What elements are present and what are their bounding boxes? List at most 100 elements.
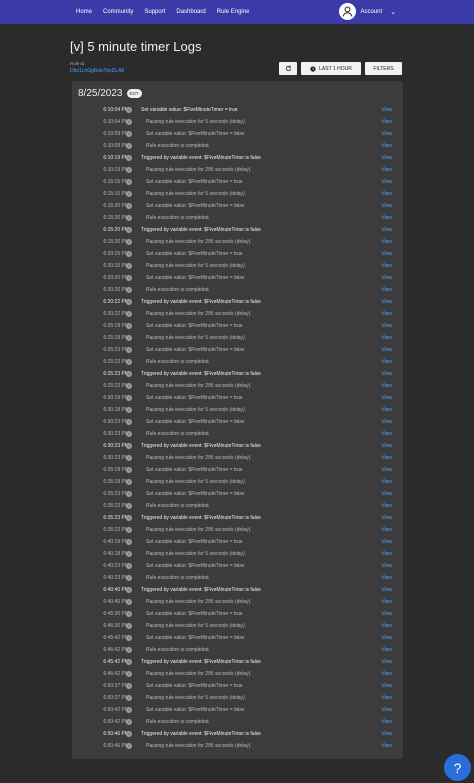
view-link[interactable]: View bbox=[381, 584, 392, 596]
refresh-button[interactable] bbox=[279, 62, 297, 75]
log-message: Pausing rule execution for 295 seconds (… bbox=[146, 311, 252, 317]
view-link[interactable]: View bbox=[381, 668, 392, 680]
view-link[interactable]: View bbox=[381, 596, 392, 608]
view-link[interactable]: View bbox=[381, 404, 392, 416]
view-link[interactable]: View bbox=[381, 488, 392, 500]
view-link[interactable]: View bbox=[381, 572, 392, 584]
info-icon: i bbox=[126, 179, 132, 185]
log-message: Set variable value: $FiveMinuteTimer = f… bbox=[146, 419, 245, 425]
info-icon: i bbox=[126, 131, 132, 137]
log-row: 6:50:37 PM i Pausing rule execution for 5 … bbox=[72, 692, 403, 704]
view-link[interactable]: View bbox=[381, 524, 392, 536]
top-nav-bar: Home Community Support Dashboard Rule En… bbox=[0, 0, 474, 24]
view-link[interactable]: View bbox=[381, 236, 392, 248]
view-link[interactable]: View bbox=[381, 608, 392, 620]
log-row: 6:35:18 PM i Pausing rule execution for 5 … bbox=[72, 476, 403, 488]
log-row: 6:25:23 PM i Pausing rule execution for 29… bbox=[72, 380, 403, 392]
info-icon: i bbox=[126, 491, 132, 497]
view-link[interactable]: View bbox=[381, 284, 392, 296]
info-icon: i bbox=[126, 407, 132, 413]
view-link[interactable]: View bbox=[381, 248, 392, 260]
help-button[interactable]: ? bbox=[444, 754, 471, 781]
log-row: 6:40:40 PM i Pausing rule execution for 29… bbox=[72, 596, 403, 608]
account-menu[interactable]: Account ⌄ bbox=[339, 3, 396, 20]
info-icon: i bbox=[126, 743, 132, 749]
nav-home[interactable]: Home bbox=[76, 9, 92, 15]
view-link[interactable]: View bbox=[381, 392, 392, 404]
log-row: 6:15:20 PM i Triggered by variable event: … bbox=[72, 224, 403, 236]
log-row: 6:45:42 PM i Pausing rule execution for 29… bbox=[72, 668, 403, 680]
log-message: Pausing rule execution for 5 seconds (de… bbox=[146, 695, 247, 701]
log-message: Pausing rule execution for 295 seconds (… bbox=[146, 167, 252, 173]
log-row: 6:25:23 PM i Set variable value: $FiveMinu… bbox=[72, 344, 403, 356]
info-icon: i bbox=[126, 539, 132, 545]
view-link[interactable]: View bbox=[381, 104, 392, 116]
view-link[interactable]: View bbox=[381, 116, 392, 128]
view-link[interactable]: View bbox=[381, 560, 392, 572]
log-row: 6:10:09 PM i Rule execution is completed. V… bbox=[72, 140, 403, 152]
view-link[interactable]: View bbox=[381, 212, 392, 224]
view-link[interactable]: View bbox=[381, 224, 392, 236]
info-icon: i bbox=[126, 275, 132, 281]
log-row: 6:35:23 PM i Set variable value: $FiveMinu… bbox=[72, 488, 403, 500]
log-date-header: 8/25/2023 EDT bbox=[78, 88, 142, 99]
filters-button[interactable]: FILTERS bbox=[365, 62, 402, 75]
view-link[interactable]: View bbox=[381, 512, 392, 524]
view-link[interactable]: View bbox=[381, 368, 392, 380]
log-row: 6:15:20 PM i Set variable value: $FiveMinu… bbox=[72, 200, 403, 212]
view-link[interactable]: View bbox=[381, 164, 392, 176]
view-link[interactable]: View bbox=[381, 344, 392, 356]
log-message: Triggered by variable event: $FiveMinute… bbox=[141, 515, 261, 521]
nav-rule-engine[interactable]: Rule Engine bbox=[217, 9, 250, 15]
log-message: Rule execution is completed. bbox=[146, 215, 210, 221]
view-link[interactable]: View bbox=[381, 320, 392, 332]
info-icon: i bbox=[126, 287, 132, 293]
log-message: Triggered by variable event: $FiveMinute… bbox=[141, 443, 261, 449]
log-row: 6:40:18 PM i Set variable value: $FiveMinu… bbox=[72, 536, 403, 548]
view-link[interactable]: View bbox=[381, 716, 392, 728]
view-link[interactable]: View bbox=[381, 440, 392, 452]
nav-dashboard[interactable]: Dashboard bbox=[176, 9, 205, 15]
view-link[interactable]: View bbox=[381, 632, 392, 644]
view-link[interactable]: View bbox=[381, 656, 392, 668]
view-link[interactable]: View bbox=[381, 728, 392, 740]
view-link[interactable]: View bbox=[381, 380, 392, 392]
view-link[interactable]: View bbox=[381, 260, 392, 272]
view-link[interactable]: View bbox=[381, 296, 392, 308]
view-link[interactable]: View bbox=[381, 704, 392, 716]
view-link[interactable]: View bbox=[381, 128, 392, 140]
log-message: Pausing rule execution for 5 seconds (de… bbox=[146, 551, 247, 557]
view-link[interactable]: View bbox=[381, 416, 392, 428]
view-link[interactable]: View bbox=[381, 536, 392, 548]
nav-community[interactable]: Community bbox=[103, 9, 133, 15]
time-range-button[interactable]: LAST 1 HOUR bbox=[301, 62, 361, 75]
view-link[interactable]: View bbox=[381, 692, 392, 704]
nav-support[interactable]: Support bbox=[144, 9, 165, 15]
view-link[interactable]: View bbox=[381, 680, 392, 692]
view-link[interactable]: View bbox=[381, 548, 392, 560]
rule-id-link[interactable]: Dbx1LnGgRslx7pxDLA8 bbox=[70, 68, 124, 74]
log-toolbar: LAST 1 HOUR FILTERS bbox=[279, 62, 402, 75]
view-link[interactable]: View bbox=[381, 452, 392, 464]
view-link[interactable]: View bbox=[381, 332, 392, 344]
view-link[interactable]: View bbox=[381, 272, 392, 284]
log-row: 6:40:18 PM i Pausing rule execution for 5 … bbox=[72, 548, 403, 560]
view-link[interactable]: View bbox=[381, 152, 392, 164]
view-link[interactable]: View bbox=[381, 476, 392, 488]
view-link[interactable]: View bbox=[381, 620, 392, 632]
view-link[interactable]: View bbox=[381, 464, 392, 476]
view-link[interactable]: View bbox=[381, 356, 392, 368]
view-link[interactable]: View bbox=[381, 428, 392, 440]
info-icon: i bbox=[126, 695, 132, 701]
log-row: 6:50:37 PM i Set variable value: $FiveMinu… bbox=[72, 680, 403, 692]
info-icon: i bbox=[126, 731, 132, 737]
view-link[interactable]: View bbox=[381, 140, 392, 152]
log-row: 6:35:23 PM i Rule execution is completed. V… bbox=[72, 500, 403, 512]
view-link[interactable]: View bbox=[381, 500, 392, 512]
view-link[interactable]: View bbox=[381, 200, 392, 212]
view-link[interactable]: View bbox=[381, 188, 392, 200]
view-link[interactable]: View bbox=[381, 308, 392, 320]
view-link[interactable]: View bbox=[381, 644, 392, 656]
view-link[interactable]: View bbox=[381, 176, 392, 188]
view-link[interactable]: View bbox=[381, 740, 392, 752]
